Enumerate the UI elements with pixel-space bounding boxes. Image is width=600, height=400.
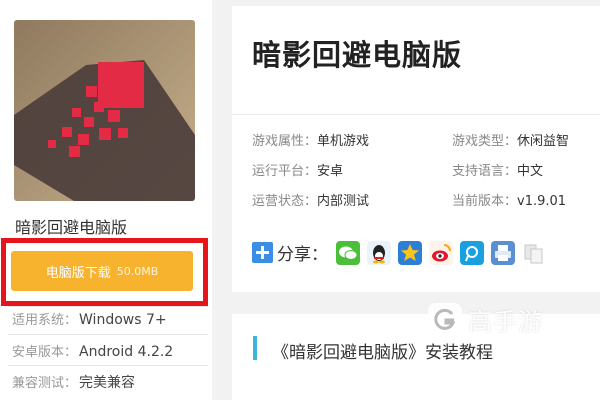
- tencent-weibo-icon[interactable]: [460, 240, 484, 265]
- share-label: 分享：: [277, 245, 328, 265]
- plus-icon[interactable]: [252, 242, 273, 263]
- divider: [8, 306, 208, 307]
- qzone-icon[interactable]: [398, 240, 422, 265]
- wechat-icon[interactable]: [336, 240, 360, 265]
- page-title: 暗影回避电脑版: [252, 38, 463, 72]
- spec-value: Android 4.2.2: [79, 344, 174, 360]
- attr-genre: 游戏类型：休闲益智: [452, 130, 569, 149]
- attr-value: 单机游戏: [317, 134, 370, 149]
- pc-download-button[interactable]: 电脑版下载 50.0MB: [11, 251, 193, 291]
- download-size: 50.0MB: [116, 264, 159, 278]
- app-name: 暗影回避电脑版: [15, 218, 128, 237]
- spec-label: 安卓版本：: [12, 345, 78, 360]
- weibo-icon[interactable]: [429, 240, 453, 265]
- attr-label: 当前版本：: [452, 194, 518, 209]
- game-info-card: 暗影回避电脑版 游戏属性：单机游戏 游戏类型：休闲益智 运行平台：安卓 支持语言…: [232, 6, 600, 292]
- gaoshouyou-logo-icon: [428, 302, 462, 337]
- download-label: 电脑版下载: [45, 265, 111, 281]
- qq-icon[interactable]: [367, 240, 391, 265]
- spec-label: 兼容测试：: [12, 376, 78, 391]
- app-sidebar-card: 暗影回避电脑版 电脑版下载 50.0MB 适用系统： Windows 7+ 安卓版…: [0, 0, 212, 400]
- section-title[interactable]: 《暗影回避电脑版》安装教程: [272, 338, 493, 363]
- spec-value: Windows 7+: [79, 312, 167, 328]
- spec-android: 安卓版本： Android 4.2.2: [12, 341, 173, 360]
- section-accent-bar: [253, 336, 257, 360]
- attr-version: 当前版本：v1.9.01: [452, 190, 566, 209]
- attr-property: 游戏属性：单机游戏: [252, 130, 369, 149]
- attr-label: 游戏属性：: [252, 134, 318, 149]
- divider: [8, 365, 208, 366]
- attr-value: 中文: [517, 164, 544, 179]
- attr-label: 游戏类型：: [452, 134, 518, 149]
- print-icon[interactable]: [491, 240, 515, 265]
- attr-status: 运营状态：内部测试: [252, 190, 369, 209]
- attr-platform: 运行平台：安卓: [252, 160, 343, 179]
- divider: [232, 114, 600, 115]
- attr-value: 安卓: [317, 164, 344, 179]
- attr-value: 休闲益智: [517, 134, 570, 149]
- copy-icon[interactable]: [522, 241, 546, 265]
- watermark: 高手游: [428, 302, 543, 337]
- attr-label: 运营状态：: [252, 194, 318, 209]
- spec-value: 完美兼容: [79, 375, 136, 391]
- attr-value: v1.9.01: [517, 194, 567, 209]
- game-app-icon[interactable]: [14, 20, 195, 201]
- attr-label: 支持语言：: [452, 164, 518, 179]
- tutorial-section-card: 《暗影回避电脑版》安装教程: [232, 314, 600, 400]
- spec-compat: 兼容测试： 完美兼容: [12, 372, 135, 392]
- spec-system: 适用系统： Windows 7+: [12, 309, 167, 328]
- attr-value: 内部测试: [317, 194, 370, 209]
- share-bar: 分享：: [252, 240, 553, 265]
- watermark-text: 高手游: [468, 308, 543, 336]
- attr-label: 运行平台：: [252, 164, 318, 179]
- attr-language: 支持语言：中文: [452, 160, 543, 179]
- divider: [8, 334, 208, 335]
- spec-label: 适用系统：: [12, 313, 78, 328]
